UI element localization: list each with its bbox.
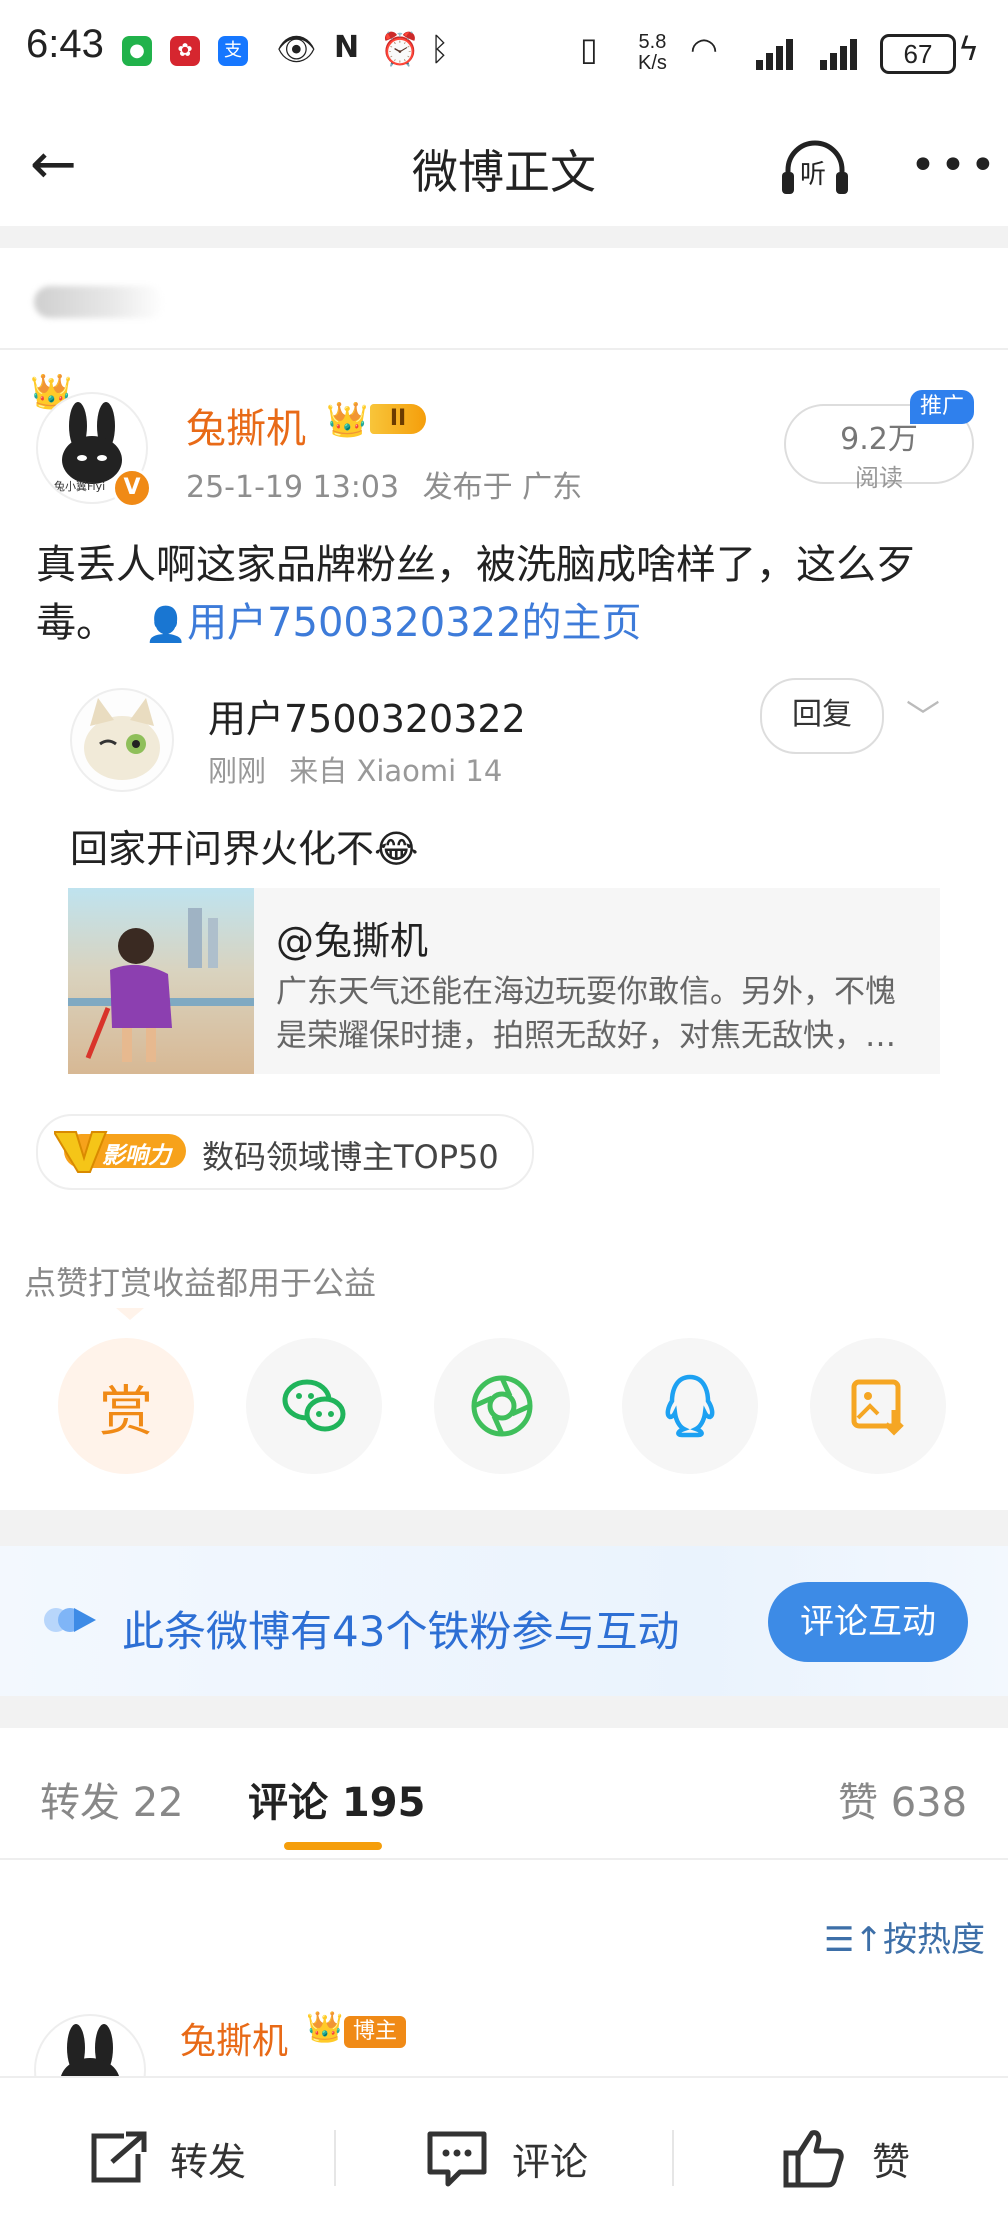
like-button[interactable]: 赞 bbox=[782, 2128, 910, 2188]
repost-label: 转发 bbox=[170, 2139, 247, 2184]
influence-tag[interactable]: 影响力 数码领域博主TOP50 bbox=[36, 1114, 534, 1190]
pointer-caret bbox=[116, 1308, 144, 1320]
moments-icon bbox=[434, 1338, 570, 1474]
post-meta: 25-1-19 13:03 发布于 广东 bbox=[186, 462, 582, 506]
comment-text: 回家开问界火化不😂 bbox=[70, 827, 419, 871]
divider bbox=[0, 1696, 1008, 1728]
quoted-post-image bbox=[68, 888, 254, 1074]
comment-time: 刚刚 bbox=[208, 754, 267, 788]
comment-author-name[interactable]: 兔撕机 bbox=[180, 2012, 288, 2064]
wechat-icon bbox=[246, 1338, 382, 1474]
user-icon: 👤 bbox=[144, 605, 188, 645]
tab-comment[interactable]: 评论 195 bbox=[248, 1770, 425, 1828]
member-level: II bbox=[370, 404, 426, 434]
reward-label: 赏 bbox=[99, 1379, 153, 1443]
vibrate-icon: ▯ bbox=[580, 30, 598, 68]
divider bbox=[334, 2130, 336, 2186]
net-speed-value: 5.8 bbox=[638, 31, 667, 53]
status-time: 6:43 bbox=[26, 22, 104, 66]
post-time: 25-1-19 13:03 bbox=[186, 470, 400, 505]
cat-avatar-icon bbox=[84, 698, 160, 780]
comment-device: 来自 Xiaomi 14 bbox=[289, 754, 503, 788]
quoted-post-text: 广东天气还能在海边玩耍你敢信。另外，不愧是荣耀保时捷，拍照无敌好，对焦无敌快，… bbox=[276, 974, 896, 1054]
listen-button[interactable]: 听 bbox=[780, 140, 850, 196]
divider bbox=[0, 226, 1008, 248]
share-title: 点赞打赏收益都用于公益 bbox=[24, 1264, 377, 1302]
bottom-action-bar: 转发 评论 赞 bbox=[0, 2076, 1008, 2234]
crown-icon: 👑 bbox=[326, 400, 369, 440]
nfc-icon: N bbox=[334, 30, 360, 65]
save-image-icon bbox=[810, 1338, 946, 1474]
blurred-content bbox=[34, 286, 164, 318]
eye-icon: 👁 bbox=[276, 30, 317, 68]
promo-badge[interactable]: 推广 bbox=[910, 390, 974, 424]
comment-meta: 刚刚 来自 Xiaomi 14 bbox=[208, 748, 502, 790]
chevron-down-icon[interactable]: ﹀ bbox=[906, 690, 940, 739]
influence-badge-text: 影响力 bbox=[102, 1143, 171, 1169]
battery-indicator: 67 bbox=[880, 34, 956, 74]
listen-label: 听 bbox=[800, 160, 827, 190]
qq-icon bbox=[622, 1338, 758, 1474]
member-level-badge[interactable]: 👑 II bbox=[326, 400, 434, 440]
quoted-post-card[interactable]: @兔撕机 广东天气还能在海边玩耍你敢信。另外，不愧是荣耀保时捷，拍照无敌好，对焦… bbox=[68, 888, 940, 1074]
like-label: 赞 bbox=[872, 2139, 911, 2184]
divider bbox=[672, 2130, 674, 2186]
fans-banner-text: 此条微博有43个铁粉参与互动 bbox=[122, 1607, 680, 1656]
active-tab-indicator bbox=[284, 1842, 382, 1850]
user-home-link-text: 用户7500320322的主页 bbox=[187, 600, 642, 646]
more-icon[interactable]: ••• bbox=[910, 140, 1000, 191]
signal-icon bbox=[756, 36, 806, 74]
tab-repost[interactable]: 转发 22 bbox=[40, 1770, 184, 1828]
repost-button[interactable]: 转发 bbox=[86, 2128, 246, 2188]
comment-label: 评论 bbox=[512, 2139, 589, 2184]
quoted-post-author: @兔撕机 bbox=[276, 919, 429, 963]
net-speed: 5.8 K/s bbox=[638, 32, 667, 74]
blogger-badge-text: 博主 bbox=[344, 2016, 406, 2048]
net-speed-unit: K/s bbox=[638, 52, 667, 74]
sort-icon: ☰↑ bbox=[824, 1920, 883, 1960]
comment-button[interactable]: 评论 bbox=[424, 2128, 588, 2188]
alipay-notification-icon: 支 bbox=[218, 36, 248, 66]
post-location: 发布于 广东 bbox=[422, 470, 583, 505]
divider bbox=[0, 1510, 1008, 1546]
influence-badge: 影响力 bbox=[52, 1128, 190, 1174]
comment-bubble-icon bbox=[427, 2131, 487, 2187]
tab-like[interactable]: 赞 638 bbox=[838, 1770, 967, 1828]
status-bar: 6:43 ● ✿ 支 👁 N ⏰ ᛒ ▯ 5.8 K/s ◠ 67 ϟ bbox=[0, 0, 1008, 100]
reply-button[interactable]: 回复 bbox=[760, 678, 884, 754]
user-home-link[interactable]: 👤用户7500320322的主页 bbox=[145, 600, 642, 646]
crown-icon: 👑 bbox=[306, 2010, 344, 2045]
save-image-button[interactable] bbox=[810, 1338, 946, 1474]
avatar-caption: 兔小翼Fiyi bbox=[54, 480, 106, 493]
thumbs-up-icon bbox=[783, 2130, 844, 2188]
share-arrow-icon bbox=[91, 2131, 147, 2183]
verified-badge-icon: V bbox=[112, 468, 152, 508]
share-wechat-button[interactable] bbox=[246, 1338, 382, 1474]
page-title: 微博正文 bbox=[412, 145, 596, 199]
reward-button[interactable]: 赏 bbox=[58, 1338, 194, 1474]
wechat-notification-icon: ● bbox=[122, 36, 152, 66]
influence-tag-text: 数码领域博主TOP50 bbox=[202, 1138, 499, 1176]
app-notification-icon: ✿ bbox=[170, 36, 200, 66]
post-text: 真丢人啊这家品牌粉丝，被洗脑成啥样了，这么歹毒。 👤用户7500320322的主… bbox=[36, 536, 976, 654]
sort-button[interactable]: ☰↑按热度 bbox=[824, 1912, 985, 1961]
charging-icon: ϟ bbox=[958, 30, 980, 68]
read-count-label: 阅读 bbox=[855, 464, 903, 492]
blogger-badge: 👑 博主 bbox=[306, 2010, 410, 2050]
share-qq-button[interactable] bbox=[622, 1338, 758, 1474]
divider bbox=[0, 348, 1008, 350]
divider bbox=[0, 1858, 1008, 1860]
signal-icon bbox=[820, 36, 870, 74]
alarm-icon: ⏰ bbox=[380, 30, 420, 68]
bluetooth-icon: ᛒ bbox=[430, 30, 450, 68]
fans-icon bbox=[44, 1604, 98, 1640]
commenter-avatar[interactable] bbox=[70, 688, 174, 792]
comment-interact-button[interactable]: 评论互动 bbox=[768, 1582, 968, 1662]
commenter-name[interactable]: 用户7500320322 bbox=[208, 688, 526, 743]
wifi-icon: ◠ bbox=[690, 30, 718, 68]
author-name[interactable]: 兔撕机 bbox=[186, 396, 306, 454]
share-moments-button[interactable] bbox=[434, 1338, 570, 1474]
sort-label: 按热度 bbox=[882, 1920, 985, 1960]
